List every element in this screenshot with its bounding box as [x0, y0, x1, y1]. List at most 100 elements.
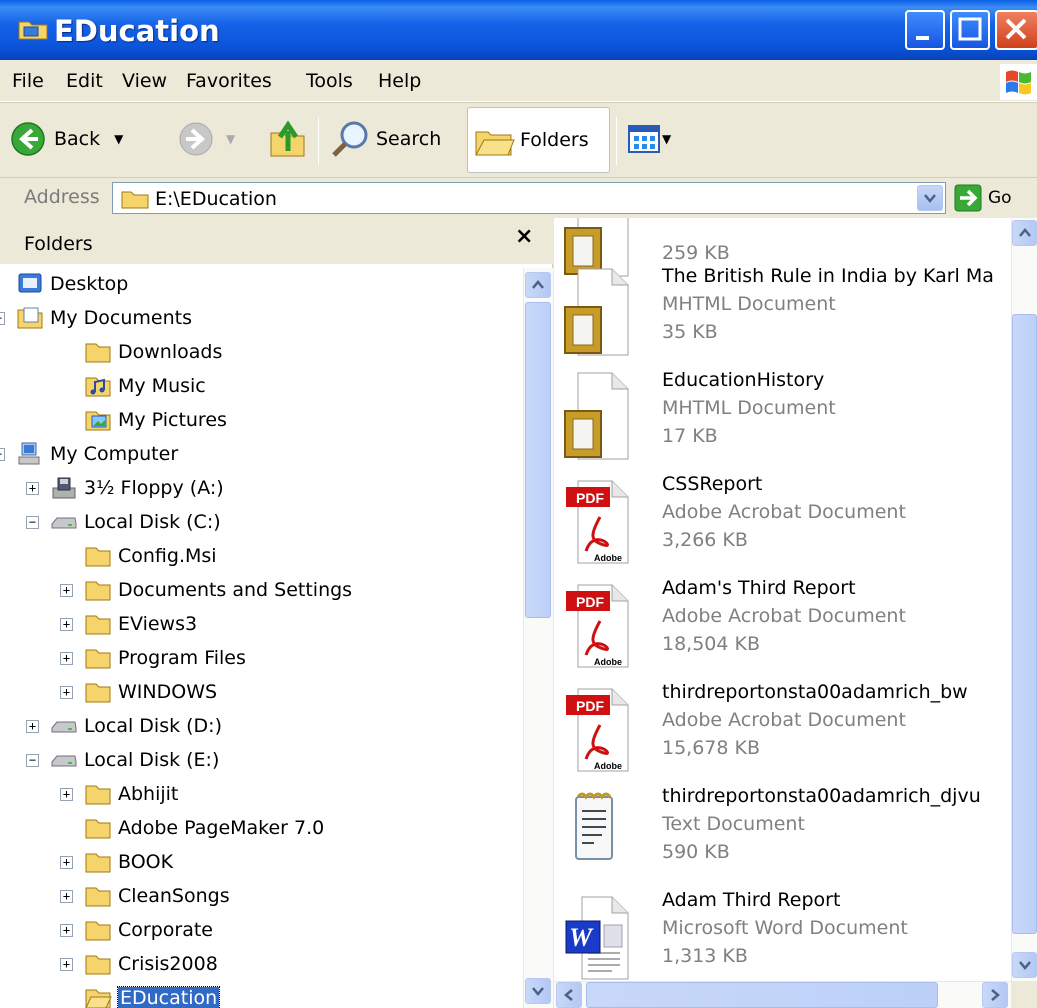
- tree-expander[interactable]: +: [60, 788, 73, 801]
- tree-item[interactable]: Abhijit: [84, 777, 178, 811]
- address-input[interactable]: E:\EDucation: [112, 182, 946, 214]
- tree-item[interactable]: Downloads: [84, 335, 222, 369]
- scroll-down-button[interactable]: [1012, 952, 1037, 978]
- pdf-icon: PDF Adobe: [564, 683, 630, 773]
- tree-expander[interactable]: +: [60, 686, 73, 699]
- chevron-down-icon: [1019, 961, 1031, 970]
- tree-expander[interactable]: +: [26, 720, 39, 733]
- folders-button[interactable]: Folders: [467, 107, 610, 173]
- back-dropdown-icon[interactable]: ▼: [114, 132, 123, 146]
- file-size: 3,266 KB: [662, 529, 748, 551]
- tree-expander[interactable]: +: [60, 618, 73, 631]
- tree-expander[interactable]: +: [60, 924, 73, 937]
- forward-dropdown-icon[interactable]: ▼: [226, 132, 235, 146]
- tree-item-label: My Pictures: [118, 409, 227, 431]
- folder-icon: [121, 191, 149, 209]
- folder-icon: [84, 612, 112, 636]
- tree-item[interactable]: EDucation: [84, 981, 221, 1008]
- forward-button[interactable]: ▼: [178, 121, 235, 157]
- tree-item[interactable]: Documents and Settings: [84, 573, 352, 607]
- tree-item[interactable]: Local Disk (C:): [50, 505, 221, 539]
- file-item[interactable]: The British Rule in India by Karl Ma MHTM…: [554, 259, 1011, 363]
- scroll-up-button[interactable]: [525, 272, 551, 298]
- search-button[interactable]: Search: [330, 119, 441, 159]
- scroll-down-button[interactable]: [525, 978, 551, 1004]
- tree-item[interactable]: My Computer: [16, 437, 178, 471]
- tree-item[interactable]: Local Disk (E:): [50, 743, 219, 777]
- title-bar[interactable]: EDucation: [0, 0, 1037, 60]
- menu-file[interactable]: File: [12, 70, 44, 92]
- menu-help[interactable]: Help: [378, 70, 421, 92]
- tree-expander[interactable]: −: [26, 754, 39, 767]
- tree-expander[interactable]: +: [60, 856, 73, 869]
- files-vertical-scrollbar[interactable]: [1011, 218, 1037, 981]
- folders-vertical-scrollbar[interactable]: [523, 268, 553, 1008]
- tree-item[interactable]: 3½ Floppy (A:): [50, 471, 224, 505]
- scroll-thumb[interactable]: [586, 982, 938, 1008]
- back-label: Back: [54, 128, 101, 150]
- file-name: CSSReport: [662, 473, 763, 495]
- file-item[interactable]: thirdreportonsta00adamrich_djvu Text Docu…: [554, 779, 1011, 883]
- views-dropdown-icon[interactable]: ▼: [662, 132, 671, 146]
- tree-item[interactable]: Adobe PageMaker 7.0: [84, 811, 324, 845]
- tree-item[interactable]: Desktop: [16, 267, 128, 301]
- address-dropdown-button[interactable]: [917, 185, 943, 211]
- up-folder-button[interactable]: [268, 119, 308, 159]
- tree-expander[interactable]: +: [60, 890, 73, 903]
- tree-expander[interactable]: −: [0, 448, 5, 461]
- resize-grip[interactable]: [1011, 981, 1037, 1008]
- files-horizontal-scrollbar[interactable]: [554, 981, 1011, 1008]
- close-button[interactable]: [995, 10, 1037, 50]
- file-item[interactable]: PDF Adobe thirdreportonsta00adamrich_bw Ado…: [554, 675, 1011, 779]
- close-pane-icon[interactable]: ×: [515, 224, 533, 249]
- file-item[interactable]: W Adam Third Report Microsoft Word Documen…: [554, 883, 1011, 981]
- menu-tools[interactable]: Tools: [306, 70, 353, 92]
- scroll-thumb[interactable]: [525, 302, 551, 618]
- tree-item[interactable]: My Pictures: [84, 403, 227, 437]
- scroll-thumb[interactable]: [1012, 314, 1037, 934]
- tree-item[interactable]: My Music: [84, 369, 206, 403]
- file-type: Adobe Acrobat Document: [662, 605, 906, 627]
- views-button[interactable]: ▼: [628, 125, 671, 153]
- tree-item[interactable]: BOOK: [84, 845, 173, 879]
- file-name: thirdreportonsta00adamrich_bw: [662, 681, 968, 703]
- scroll-up-button[interactable]: [1012, 220, 1037, 246]
- address-bar: Address E:\EDucation Go: [0, 178, 1037, 218]
- pdf-icon: PDF Adobe: [564, 579, 630, 669]
- tree-expander[interactable]: +: [60, 584, 73, 597]
- minimize-button[interactable]: [905, 10, 945, 50]
- menu-edit[interactable]: Edit: [66, 70, 103, 92]
- menu-view[interactable]: View: [122, 70, 167, 92]
- file-item[interactable]: EducationHistory MHTML Document 17 KB: [554, 363, 1011, 467]
- scroll-right-button[interactable]: [982, 982, 1008, 1008]
- tree-item[interactable]: Program Files: [84, 641, 246, 675]
- svg-text:PDF: PDF: [576, 490, 604, 506]
- tree-expander[interactable]: −: [26, 516, 39, 529]
- menu-favorites[interactable]: Favorites: [186, 70, 272, 92]
- tree-item[interactable]: Local Disk (D:): [50, 709, 222, 743]
- tree-expander[interactable]: −: [0, 312, 5, 325]
- tree-item[interactable]: EViews3: [84, 607, 197, 641]
- file-item[interactable]: PDF Adobe Adam's Third Report Adobe Acrobat…: [554, 571, 1011, 675]
- folder-icon: [84, 884, 112, 908]
- tree-item[interactable]: Corporate: [84, 913, 213, 947]
- go-button[interactable]: Go: [954, 184, 1012, 212]
- tree-expander[interactable]: +: [60, 652, 73, 665]
- folder-icon: [84, 578, 112, 602]
- tree-item[interactable]: Config.Msi: [84, 539, 217, 573]
- tree-expander[interactable]: +: [60, 958, 73, 971]
- tree-item[interactable]: WINDOWS: [84, 675, 217, 709]
- folder-icon: [84, 646, 112, 670]
- tree-expander[interactable]: +: [26, 482, 39, 495]
- tree-item[interactable]: Crisis2008: [84, 947, 218, 981]
- scroll-left-button[interactable]: [556, 982, 582, 1008]
- tree-item-label: Crisis2008: [118, 953, 218, 975]
- file-item[interactable]: PDF Adobe CSSReport Adobe Acrobat Document 3…: [554, 467, 1011, 571]
- drive-icon: [50, 510, 78, 534]
- tree-item[interactable]: My Documents: [16, 301, 192, 335]
- maximize-button[interactable]: [950, 10, 990, 50]
- tree-item[interactable]: CleanSongs: [84, 879, 230, 913]
- chevron-left-icon: [564, 989, 573, 1001]
- file-size: 18,504 KB: [662, 633, 761, 655]
- back-button[interactable]: Back ▼: [10, 121, 123, 157]
